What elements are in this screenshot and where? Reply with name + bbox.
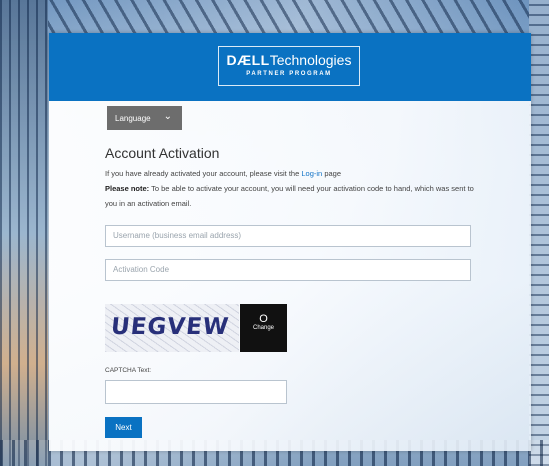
captcha-change-label: Change (252, 325, 275, 331)
logo-subtitle: PARTNER PROGRAM (246, 71, 332, 77)
username-field[interactable]: Username (business email address) (105, 225, 471, 247)
next-button[interactable]: Next (105, 417, 142, 438)
dell-partner-logo: DÆLLTechnologies PARTNER PROGRAM (218, 46, 360, 86)
captcha-input[interactable] (105, 380, 287, 404)
chevron-down-icon: ⌄ (163, 111, 172, 122)
note-body: To be able to activate your account, you… (105, 184, 474, 208)
activation-code-field[interactable]: Activation Code (105, 259, 471, 281)
language-label: Language (115, 113, 151, 123)
language-dropdown[interactable]: Language ⌄ (107, 106, 182, 130)
login-info-prefix: If you have already activated your accou… (105, 169, 302, 178)
page-title: Account Activation (105, 145, 220, 161)
refresh-icon: O (259, 313, 268, 325)
login-link[interactable]: Log-in (301, 169, 322, 178)
login-info-suffix: page (322, 169, 342, 178)
background-building-left (0, 0, 48, 466)
logo-technologies: Technologies (269, 52, 352, 68)
logo-dell: DÆLL (226, 52, 270, 68)
header-banner: DÆLLTechnologies PARTNER PROGRAM (49, 33, 531, 101)
login-info-text: If you have already activated your accou… (105, 166, 485, 181)
captcha-text: UEGVEW (109, 314, 231, 340)
captcha-change-button[interactable]: O Change (240, 304, 287, 352)
logo-wordmark: DÆLLTechnologies (219, 52, 359, 68)
captcha-field-label: CAPTCHA Text: (105, 367, 152, 374)
note-label: Please note: (105, 184, 150, 193)
captcha-image: UEGVEW (105, 304, 239, 352)
activation-card: DÆLLTechnologies PARTNER PROGRAM Languag… (49, 33, 531, 451)
background-building-right (529, 0, 549, 466)
note-text: Please note: To be able to activate your… (105, 181, 485, 211)
